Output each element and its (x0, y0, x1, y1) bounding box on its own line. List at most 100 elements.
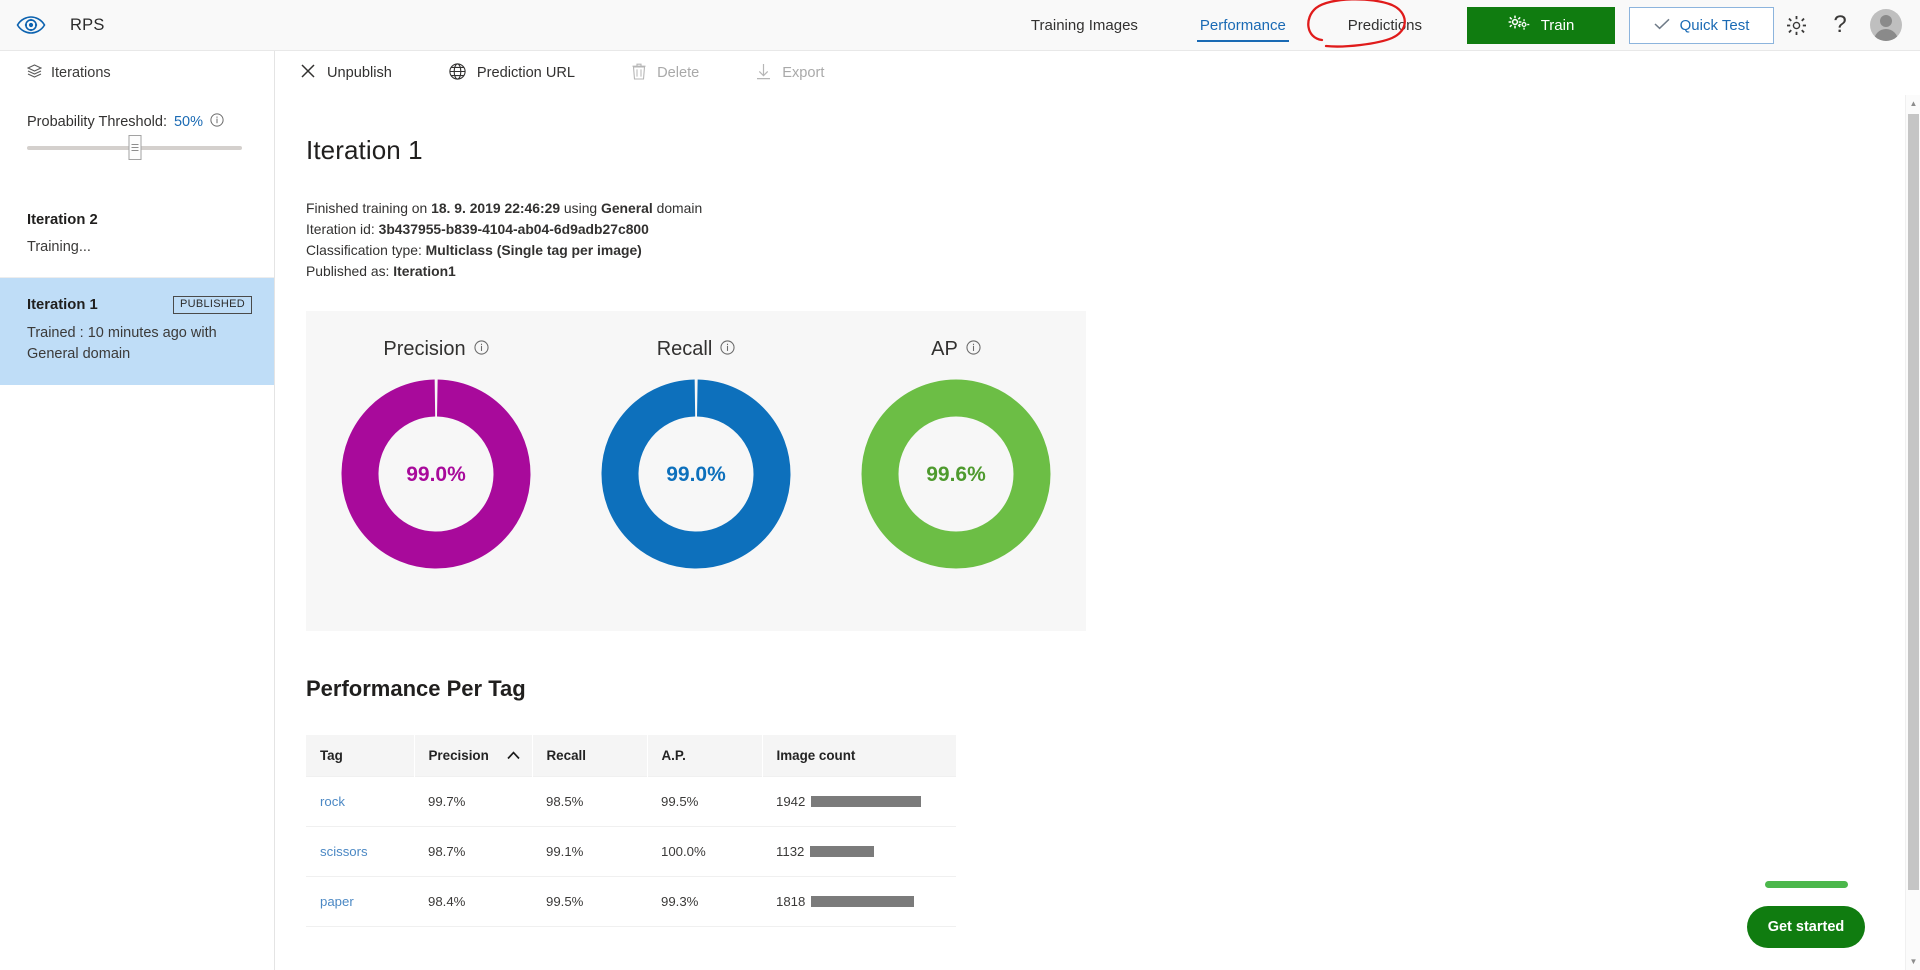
iteration-command-bar: Unpublish Prediction URL Delete Export (276, 51, 1906, 95)
iteration-header: Iteration 1 PUBLISHED (27, 296, 252, 315)
info-icon[interactable] (720, 338, 735, 361)
column-header-recall[interactable]: Recall (532, 734, 648, 776)
table-header-row: Tag Precision Recall A.P. Image count (306, 734, 957, 776)
export-label: Export (782, 65, 825, 81)
threshold-label: Probability Threshold: (27, 114, 167, 130)
tab-predictions[interactable]: Predictions (1345, 0, 1425, 51)
donut-chart-ap: AP 99.6% (826, 311, 1086, 631)
delete-button: Delete (632, 63, 699, 84)
donut-value: 99.0% (406, 463, 466, 486)
column-header-precision-label: Precision (428, 747, 489, 763)
cell-recall: 99.1% (532, 826, 647, 877)
prediction-url-button[interactable]: Prediction URL (449, 62, 575, 84)
chevron-up-icon (506, 748, 520, 763)
iteration-metadata: Finished training on 18. 9. 2019 22:46:2… (306, 198, 1906, 283)
table-row[interactable]: scissors 98.7% 99.1% 100.0% 1132 (306, 826, 956, 877)
quick-test-button[interactable]: Quick Test (1629, 6, 1774, 44)
donut-graphic: 99.0% (341, 379, 531, 574)
cell-tag: paper (306, 876, 414, 927)
donut-label-row: AP (931, 338, 981, 361)
main-nav: Training Images Performance Predictions (1000, 0, 1920, 51)
get-started-widget: Get started (1742, 881, 1870, 948)
globe-icon (449, 62, 466, 84)
cell-recall: 98.5% (532, 775, 647, 827)
image-count-value: 1818 (776, 893, 806, 909)
iteration-status: Training... (27, 239, 91, 255)
eye-gear-icon (14, 8, 48, 42)
brand-home-link[interactable]: RPS (14, 8, 105, 42)
dual-gear-icon (1508, 15, 1530, 35)
info-icon[interactable] (210, 113, 224, 131)
avatar[interactable] (1870, 9, 1902, 41)
threshold-slider-handle[interactable] (128, 135, 141, 160)
performance-main-panel: Iteration 1 Finished training on 18. 9. … (276, 95, 1906, 970)
donut-title: AP (931, 337, 958, 360)
donut-chart-precision: Precision 99.0% (306, 311, 566, 631)
tag-link[interactable]: rock (320, 794, 345, 809)
train-button[interactable]: Train (1467, 6, 1615, 44)
unpublish-label: Unpublish (327, 65, 392, 81)
meta-published-label: Published as: (306, 263, 394, 280)
get-started-button[interactable]: Get started (1747, 906, 1865, 948)
gear-icon[interactable] (1774, 3, 1818, 47)
column-header-tag[interactable]: Tag (306, 734, 415, 776)
column-header-precision[interactable]: Precision (414, 734, 533, 776)
iterations-sidebar: Iterations Probability Threshold: 50% It… (0, 51, 275, 970)
donut-value: 99.6% (926, 463, 986, 486)
tab-training-images[interactable]: Training Images (1028, 0, 1141, 51)
donut-title: Recall (656, 337, 713, 360)
download-arrow-icon (756, 63, 771, 84)
question-mark-icon[interactable]: ? (1818, 3, 1862, 47)
tag-link[interactable]: scissors (320, 844, 368, 859)
cell-image-count: 1132 (762, 826, 956, 877)
meta-published-value: Iteration1 (393, 263, 456, 280)
caret-down-icon[interactable]: ▼ (1906, 953, 1920, 970)
layers-icon (26, 64, 43, 82)
table-row[interactable]: rock 99.7% 98.5% 99.5% 1942 (306, 775, 956, 827)
info-icon[interactable] (966, 338, 981, 361)
donut-label-row: Precision (383, 337, 489, 361)
column-header-ap[interactable]: A.P. (647, 734, 763, 776)
cell-image-count: 1818 (762, 876, 956, 927)
section-title-performance-per-tag: Performance Per Tag (306, 675, 526, 701)
iteration-header: Iteration 2 (27, 212, 252, 228)
status-badge: PUBLISHED (172, 296, 252, 315)
iteration-name: Iteration 1 (27, 297, 98, 314)
image-count-value: 1942 (776, 793, 806, 809)
threshold-slider[interactable] (27, 135, 242, 160)
caret-up-icon[interactable]: ▲ (1906, 95, 1920, 112)
iteration-status: Trained : 10 minutes ago with General do… (27, 325, 217, 363)
project-name: RPS (70, 15, 105, 34)
overall-metrics-panel: Precision 99.0% Recall 99.0% AP 99.6% (306, 310, 1086, 631)
info-icon[interactable] (474, 338, 489, 361)
export-button: Export (756, 63, 824, 84)
cell-ap: 100.0% (647, 826, 762, 877)
top-app-bar: RPS Training Images Performance Predicti… (0, 0, 1920, 51)
donut-title: Precision (383, 337, 466, 360)
threshold-label-row: Probability Threshold: 50% (27, 113, 245, 131)
vertical-scrollbar[interactable]: ▲ ▼ (1905, 95, 1920, 970)
column-header-image-count[interactable]: Image count (762, 734, 957, 776)
iteration-list-item-2[interactable]: Iteration 2 Training... (0, 195, 274, 279)
close-x-icon (300, 63, 316, 83)
cell-tag: scissors (306, 826, 414, 877)
trash-icon (632, 63, 646, 84)
unpublish-button[interactable]: Unpublish (300, 63, 392, 83)
quick-test-label: Quick Test (1679, 16, 1750, 34)
scrollbar-thumb[interactable] (1908, 114, 1919, 890)
donut-graphic: 99.6% (861, 379, 1051, 574)
sidebar-header: Iterations (26, 64, 274, 82)
meta-classification-value: Multiclass (Single tag per image) (425, 242, 642, 259)
donut-value: 99.0% (666, 463, 726, 486)
sidebar-header-label: Iterations (51, 65, 111, 81)
delete-label: Delete (657, 65, 700, 81)
tag-link[interactable]: paper (320, 894, 354, 909)
image-count-bar (811, 895, 915, 907)
iteration-list-item-1[interactable]: Iteration 1 PUBLISHED Trained : 10 minut… (0, 278, 274, 386)
train-button-label: Train (1540, 16, 1575, 34)
meta-finished-prefix: Finished training on (306, 200, 432, 216)
checkmark-icon (1654, 17, 1670, 34)
tab-performance[interactable]: Performance (1196, 0, 1289, 51)
table-row[interactable]: paper 98.4% 99.5% 99.3% 1818 (306, 876, 956, 927)
cell-precision: 98.4% (414, 876, 532, 927)
